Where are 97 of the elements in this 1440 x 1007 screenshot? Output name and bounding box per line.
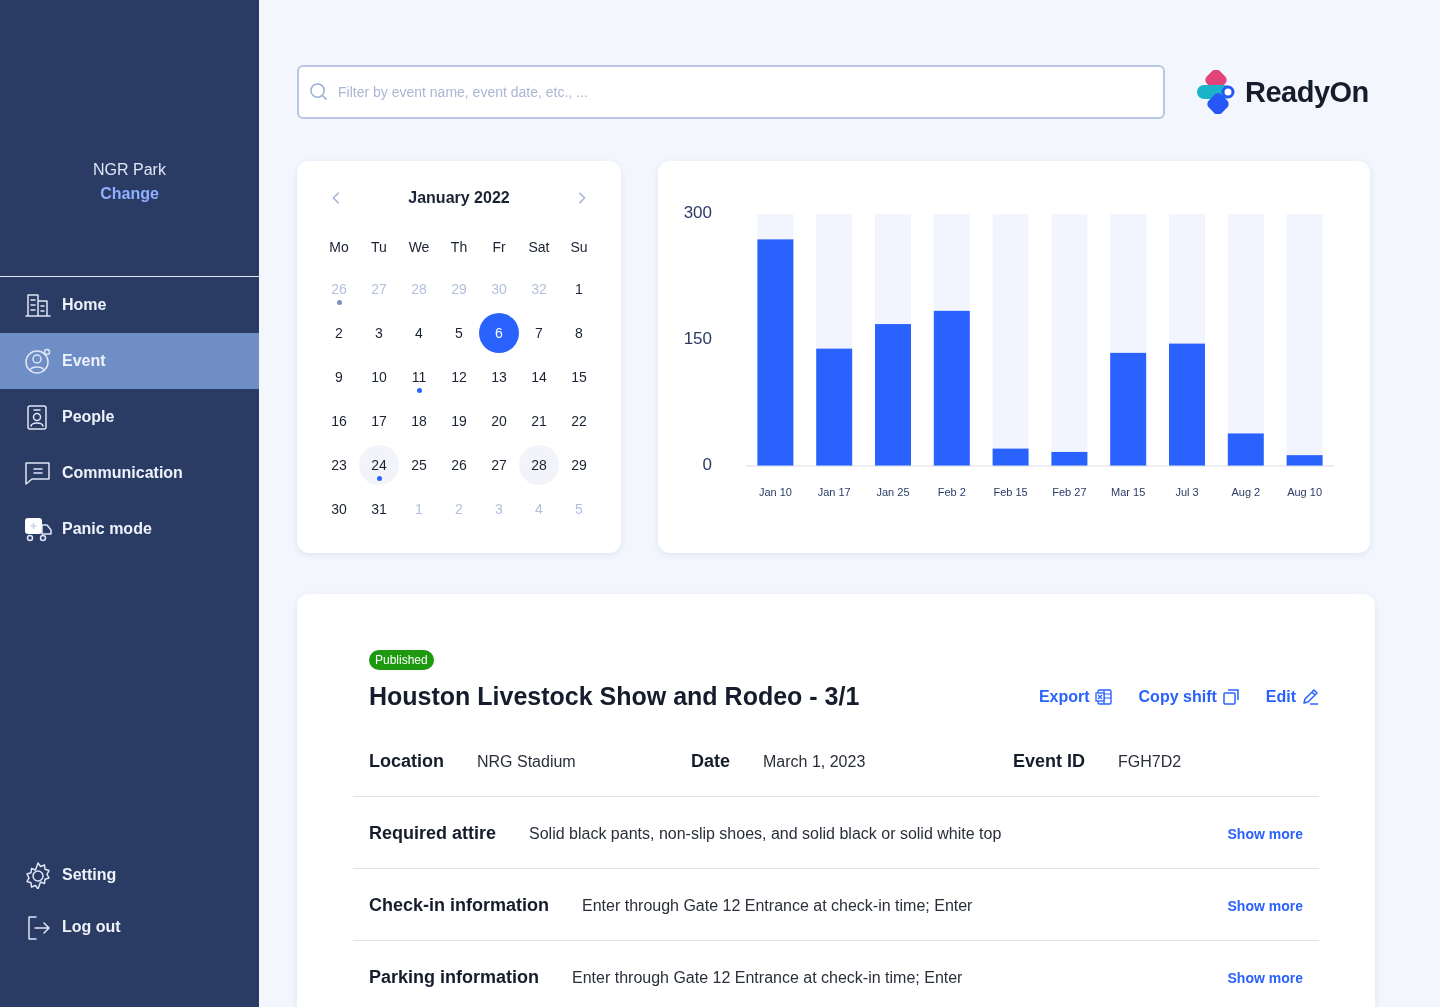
nav-item[interactable]: People: [0, 389, 259, 445]
calendar-day[interactable]: 19: [439, 401, 479, 441]
weekday-label: Mo: [328, 238, 350, 257]
axis-tick-label: Jan 25: [876, 486, 910, 498]
field-label: Location: [369, 751, 444, 772]
calendar-day[interactable]: 17: [359, 401, 399, 441]
calendar-day[interactable]: 4: [399, 313, 439, 353]
event-title: Houston Livestock Show and Rodeo - 3/1: [369, 682, 860, 711]
calendar-day[interactable]: 11: [399, 357, 439, 397]
user-gear-icon: [23, 347, 53, 375]
calendar-day[interactable]: 23: [319, 445, 359, 485]
calendar-day[interactable]: 29: [559, 445, 599, 485]
detail-label: Required attire: [369, 823, 497, 844]
month-title: January 2022: [408, 189, 510, 207]
calendar-day[interactable]: 8: [559, 313, 599, 353]
bar: [1286, 455, 1323, 466]
calendar-day[interactable]: 9: [319, 357, 359, 397]
calendar-day[interactable]: 15: [559, 357, 599, 397]
nav-item[interactable]: Panic mode: [0, 501, 259, 557]
calendar-day[interactable]: 1: [559, 269, 599, 309]
nav-item[interactable]: Home: [0, 277, 259, 333]
calendar-day[interactable]: 7: [519, 313, 559, 353]
calendar-day[interactable]: 31: [359, 489, 399, 529]
axis-tick-label: Feb 27: [1052, 486, 1087, 498]
axis-tick-label: Jan 10: [758, 486, 792, 498]
chevron-right-icon[interactable]: [577, 191, 587, 205]
axis-tick-label: Aug 2: [1231, 486, 1261, 498]
axis-tick-label: 300: [683, 203, 712, 223]
venue-name: NGR Park: [93, 161, 166, 179]
show-more-link[interactable]: Show more: [1227, 898, 1303, 914]
change-link[interactable]: Change: [100, 185, 159, 203]
calendar-day[interactable]: 2: [319, 313, 359, 353]
bar: [1227, 433, 1264, 466]
bar-track: [757, 214, 794, 240]
calendar-day[interactable]: 20: [479, 401, 519, 441]
weekday-label: Fr: [491, 238, 507, 257]
pencil-icon: [1301, 687, 1319, 706]
status-badge: Published: [369, 650, 434, 670]
spreadsheet-icon: [1094, 687, 1113, 706]
chevron-left-icon[interactable]: [331, 191, 341, 205]
detail-value: Solid black pants, non-slip shoes, and solid black or solid white top: [529, 825, 1003, 843]
nav-item[interactable]: Communication: [0, 445, 259, 501]
weekday-label: Th: [449, 238, 469, 257]
calendar-day[interactable]: 30: [319, 489, 359, 529]
calendar-day[interactable]: 16: [319, 401, 359, 441]
axis-tick-label: 150: [683, 329, 712, 349]
calendar-day[interactable]: 25: [399, 445, 439, 485]
weekday-label: Su: [569, 238, 589, 257]
field-label: Event ID: [1013, 751, 1086, 772]
calendar-day[interactable]: 21: [519, 401, 559, 441]
action-link[interactable]: Export: [1038, 687, 1113, 706]
bar: [992, 448, 1029, 466]
calendar-day[interactable]: 13: [479, 357, 519, 397]
search-icon: [309, 82, 328, 101]
field-label: Date: [691, 751, 730, 772]
axis-tick-label: Feb 15: [993, 486, 1028, 498]
calendar-day[interactable]: 5: [439, 313, 479, 353]
settings-icon: [23, 861, 53, 889]
copy-icon: [1221, 687, 1240, 706]
detail-label: Check-in information: [369, 895, 549, 916]
weekday-label: Sat: [527, 238, 551, 257]
axis-tick-label: Mar 15: [1111, 486, 1146, 498]
axis-tick-label: Jul 3: [1175, 486, 1199, 498]
calendar-day[interactable]: 28: [519, 445, 559, 485]
field-value: NRG Stadium: [477, 753, 576, 771]
calendar-day[interactable]: 26: [439, 445, 479, 485]
weekday-label: Tu: [370, 238, 388, 257]
detail-label: Parking information: [369, 967, 539, 988]
axis-tick-label: 0: [702, 455, 712, 475]
detail-value: Enter through Gate 12 Entrance at check-in time; Enter: [582, 897, 974, 915]
calendar-day[interactable]: 18: [399, 401, 439, 441]
ambulance-icon: [23, 515, 53, 543]
detail-value: Enter through Gate 12 Entrance at check-in time; Enter: [572, 969, 964, 987]
field-value: March 1, 2023: [763, 753, 866, 771]
axis-tick-label: Feb 2: [937, 486, 966, 498]
building-icon: [23, 291, 53, 319]
logo-text: ReadyOn: [1245, 75, 1369, 109]
calendar-day[interactable]: 6: [479, 313, 519, 353]
show-more-link[interactable]: Show more: [1227, 826, 1303, 842]
weekday-label: We: [407, 238, 431, 257]
calendar-day[interactable]: 27: [479, 445, 519, 485]
search-field[interactable]: Filter by event name, event date, etc., ...: [297, 65, 1165, 119]
show-more-link[interactable]: Show more: [1227, 970, 1303, 986]
field-value: FGH7D2: [1118, 753, 1182, 771]
nav-item[interactable]: Setting: [0, 849, 259, 901]
action-link[interactable]: Edit: [1265, 687, 1319, 706]
calendar-day[interactable]: 12: [439, 357, 479, 397]
axis-tick-label: Aug 10: [1287, 486, 1323, 498]
calendar-day[interactable]: 22: [559, 401, 599, 441]
axis-tick-label: Jan 17: [817, 486, 851, 498]
calendar-day[interactable]: 24: [359, 445, 399, 485]
calendar-day[interactable]: 14: [519, 357, 559, 397]
calendar-day[interactable]: 10: [359, 357, 399, 397]
action-link[interactable]: Copy shift: [1138, 687, 1240, 706]
nav-item[interactable]: Log out: [0, 901, 259, 953]
calendar-day[interactable]: 3: [359, 313, 399, 353]
chat-icon: [23, 459, 53, 487]
